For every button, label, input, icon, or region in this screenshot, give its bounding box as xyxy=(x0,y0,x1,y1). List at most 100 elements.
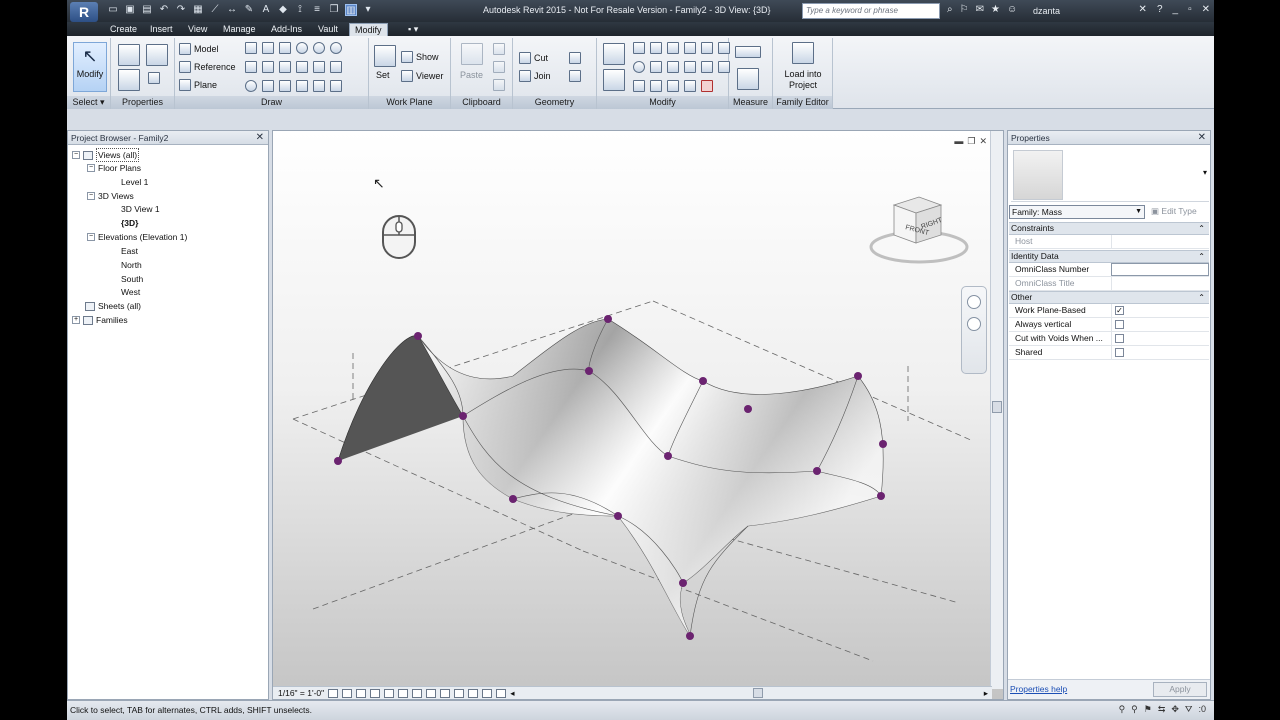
circle-icon[interactable] xyxy=(296,42,308,54)
exchange-icon[interactable]: ✕ xyxy=(1139,4,1147,15)
tree-item-views-all[interactable]: − Views (all) xyxy=(72,148,140,162)
help-icon[interactable]: ? xyxy=(1157,4,1163,15)
zoom-icon[interactable] xyxy=(967,317,981,331)
application-menu-button[interactable]: R xyxy=(70,2,98,22)
favorites-icon[interactable]: ★ xyxy=(991,4,1000,15)
line-icon[interactable] xyxy=(245,42,257,54)
paste-icon[interactable] xyxy=(461,43,483,65)
set-button[interactable]: Set xyxy=(376,70,390,80)
sun-path-icon[interactable] xyxy=(356,688,367,698)
vertical-scrollbar[interactable] xyxy=(990,131,1003,689)
default-3d-icon[interactable]: ◆ xyxy=(277,4,289,16)
aligned-dimension-icon[interactable] xyxy=(737,68,759,90)
collapse-icon[interactable]: − xyxy=(87,164,95,172)
tree-item-elevations[interactable]: − Elevations (Elevation 1) xyxy=(87,231,187,243)
properties-help-link[interactable]: Properties help xyxy=(1010,684,1067,694)
tree-item-south[interactable]: South xyxy=(121,273,143,285)
tree-item-3d-default[interactable]: {3D} xyxy=(121,217,138,229)
join-geometry-button[interactable]: Join xyxy=(519,70,551,82)
load-into-project-button[interactable]: Load into Project xyxy=(777,69,829,91)
scroll-left-icon[interactable]: ◂ xyxy=(510,688,514,699)
control-point[interactable] xyxy=(854,372,862,380)
tab-create[interactable]: Create xyxy=(105,23,142,36)
type-properties-icon[interactable] xyxy=(148,72,160,84)
tab-contextual[interactable]: ▪ ▾ xyxy=(403,23,423,36)
control-point[interactable] xyxy=(877,492,885,500)
sync-icon[interactable]: ▤ xyxy=(141,4,153,16)
control-point[interactable] xyxy=(604,315,612,323)
select-links-icon[interactable]: ⚲ xyxy=(1119,704,1126,715)
dimension-icon[interactable]: ↔ xyxy=(226,4,238,16)
control-point[interactable] xyxy=(813,467,821,475)
show-crop-icon[interactable] xyxy=(412,688,423,698)
draw-more-icon[interactable] xyxy=(330,80,342,92)
horizontal-scroll-thumb[interactable] xyxy=(753,688,763,698)
extend-multiple-icon[interactable] xyxy=(667,80,679,92)
tree-item-3d-view-1[interactable]: 3D View 1 xyxy=(121,203,160,215)
tangent-arc-icon[interactable] xyxy=(296,61,308,73)
maximize-icon[interactable]: ▫ xyxy=(1188,4,1192,15)
select-panel-label[interactable]: Select ▾ xyxy=(67,96,110,109)
collapse-icon[interactable]: − xyxy=(72,151,80,159)
mirror-draw-icon[interactable] xyxy=(667,42,679,54)
drag-elements-icon[interactable]: ✥ xyxy=(1171,704,1179,715)
open-icon[interactable]: ▭ xyxy=(107,4,119,16)
set-work-plane-icon[interactable] xyxy=(374,45,396,67)
pick-faces-icon[interactable] xyxy=(296,80,308,92)
collapse-icon[interactable]: ⌃ xyxy=(1198,251,1205,262)
collapse-icon[interactable]: ⌃ xyxy=(1198,292,1205,303)
control-point[interactable] xyxy=(414,332,422,340)
collapse-icon[interactable]: − xyxy=(87,192,95,200)
tab-modify[interactable]: Modify xyxy=(349,23,388,36)
array-icon[interactable] xyxy=(684,61,696,73)
print-icon[interactable]: ▦ xyxy=(192,4,204,16)
control-point[interactable] xyxy=(744,405,752,413)
viewcube[interactable]: FRONT RIGHT xyxy=(868,191,970,271)
view-scale[interactable]: 1/16" = 1'-0" xyxy=(278,688,324,698)
tab-vault[interactable]: Vault xyxy=(313,23,343,36)
filter-icon[interactable]: ⛛ xyxy=(1185,704,1193,715)
tree-item-floor-plans[interactable]: − Floor Plans xyxy=(87,162,141,174)
save-icon[interactable]: ▣ xyxy=(124,4,136,16)
spline-icon[interactable] xyxy=(330,61,342,73)
control-point[interactable] xyxy=(334,457,342,465)
partial-ellipse-icon[interactable] xyxy=(262,80,274,92)
match-type-icon[interactable] xyxy=(493,79,505,91)
omniclass-number-field[interactable] xyxy=(1111,263,1209,276)
split-gap-icon[interactable] xyxy=(701,42,713,54)
reference-line-button[interactable]: Reference xyxy=(179,61,236,73)
collapse-icon[interactable]: − xyxy=(87,233,95,241)
load-into-project-icon[interactable] xyxy=(792,42,814,64)
tree-item-east[interactable]: East xyxy=(121,245,138,257)
expand-icon[interactable]: + xyxy=(72,316,80,324)
split-icon[interactable] xyxy=(684,42,696,54)
communication-icon[interactable]: ✉ xyxy=(976,4,984,15)
cut-geometry-button[interactable]: Cut xyxy=(519,52,548,64)
control-point[interactable] xyxy=(509,495,517,503)
tab-manage[interactable]: Manage xyxy=(218,23,261,36)
thin-lines-icon[interactable]: ≡ xyxy=(311,4,323,16)
show-button[interactable]: Show xyxy=(401,51,439,63)
tree-item-3d-views[interactable]: −3D Views xyxy=(87,190,134,202)
split-face-icon[interactable] xyxy=(569,70,581,82)
lock-view-icon[interactable] xyxy=(426,688,437,698)
tree-item-west[interactable]: West xyxy=(121,286,140,298)
tree-item-sheets[interactable]: Sheets (all) xyxy=(85,300,141,312)
extend-icon[interactable] xyxy=(650,80,662,92)
shadows-icon[interactable] xyxy=(370,688,381,698)
circumscribed-icon[interactable] xyxy=(330,42,342,54)
control-point[interactable] xyxy=(879,440,887,448)
arc-icon[interactable] xyxy=(245,61,257,73)
trim-extend-icon[interactable] xyxy=(650,61,662,73)
section-icon[interactable]: ⟟ xyxy=(294,4,306,16)
edit-type-button[interactable]: ▣ Edit Type xyxy=(1151,206,1197,217)
point-element-icon[interactable] xyxy=(313,80,325,92)
scroll-right-icon[interactable]: ▸ xyxy=(984,688,988,699)
modify-button[interactable]: ↖ Modify xyxy=(73,42,107,92)
delete-icon[interactable] xyxy=(701,80,713,92)
measure-icon[interactable]: ⟋ xyxy=(209,4,221,16)
start-end-arc-icon[interactable] xyxy=(262,61,274,73)
visual-style-icon[interactable] xyxy=(342,688,353,698)
detail-level-icon[interactable] xyxy=(328,688,339,698)
customize-qat-icon[interactable]: ▾ xyxy=(362,4,374,16)
